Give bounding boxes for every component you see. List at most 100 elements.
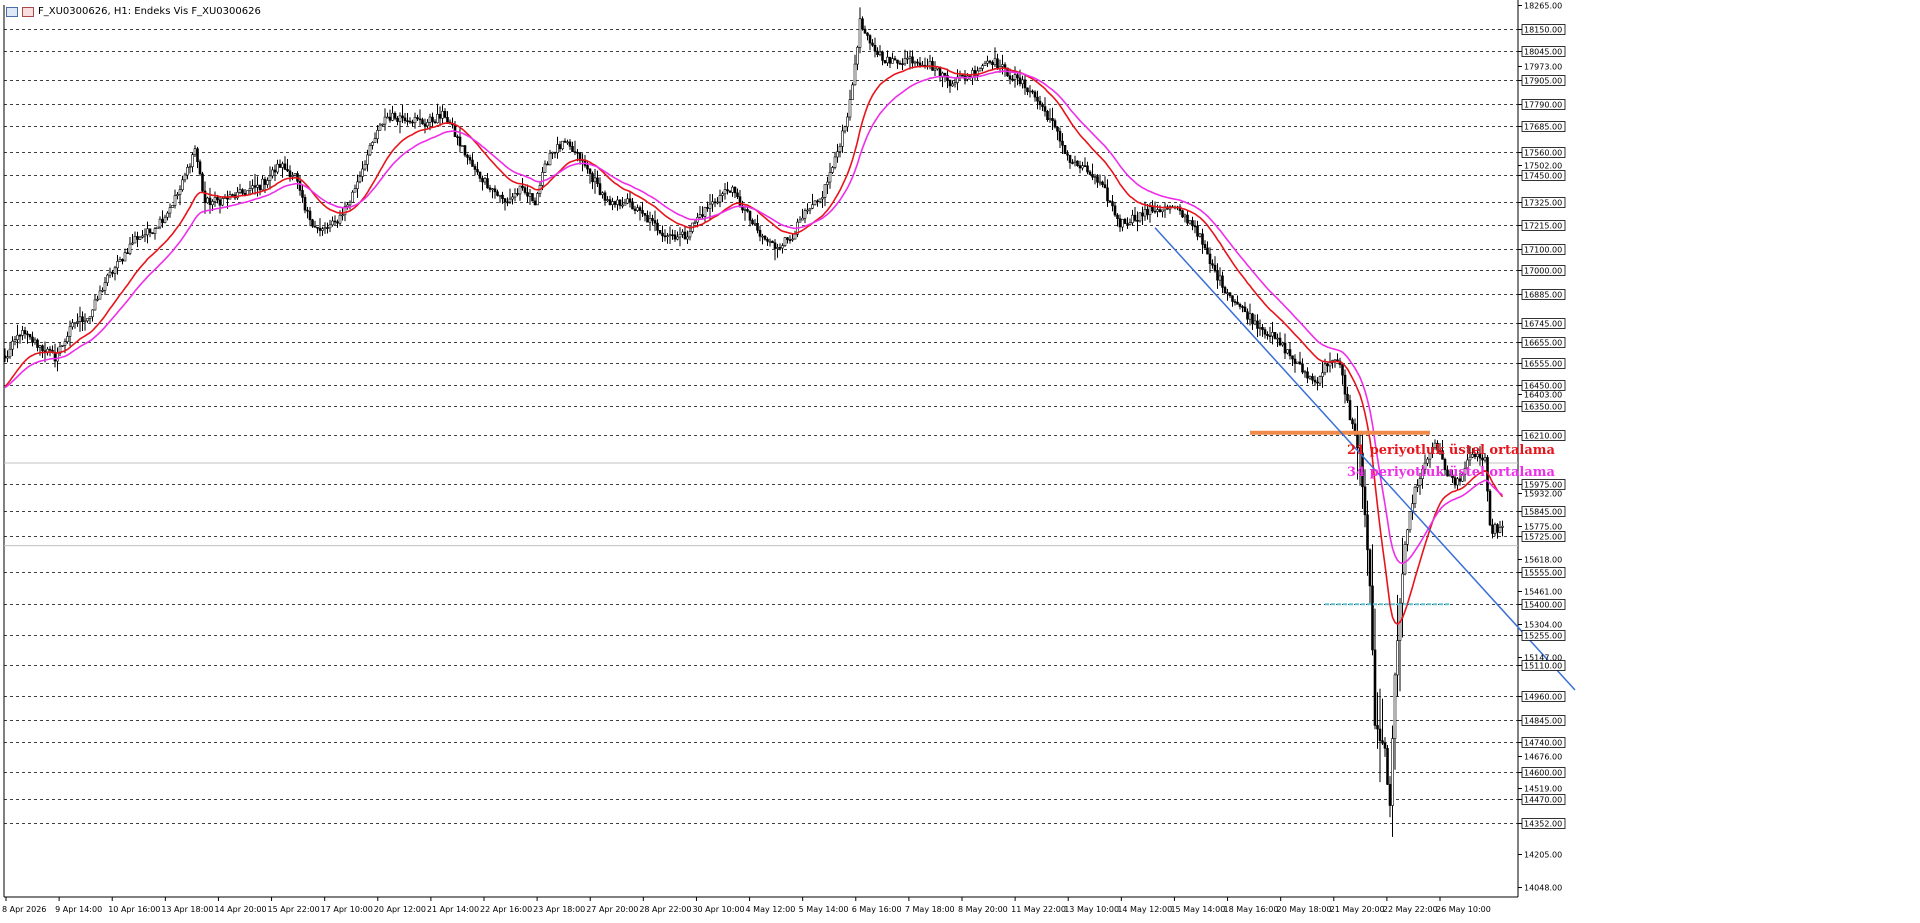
candle-body xyxy=(1231,295,1234,302)
candle-body xyxy=(783,237,787,246)
candle-body xyxy=(1221,275,1224,288)
candle-body xyxy=(1223,287,1227,294)
candle-body xyxy=(978,68,982,72)
candle-body xyxy=(146,228,149,236)
candle-body xyxy=(153,228,157,234)
candle-body xyxy=(501,194,504,199)
candle-body xyxy=(1118,218,1122,228)
candle-body xyxy=(258,184,262,191)
candle-body xyxy=(881,51,884,61)
candle-body xyxy=(346,204,349,207)
candle-body xyxy=(178,189,182,195)
candle-body xyxy=(651,218,654,221)
time-tick-label: 22 May 22:00 xyxy=(1383,905,1438,914)
candle-body xyxy=(361,168,364,177)
candle-body xyxy=(661,232,664,237)
candle-body xyxy=(401,115,404,119)
chart-window-icon[interactable] xyxy=(6,6,18,17)
candle-body xyxy=(1131,214,1134,224)
candle-body xyxy=(263,178,267,185)
candle-body xyxy=(548,152,552,166)
candle-body xyxy=(1076,160,1079,166)
candle-body xyxy=(413,117,417,124)
candle-body xyxy=(1088,171,1092,175)
candlestick-chart[interactable]: 18265.00 18150.00 18045.00 17973.00 17905.00… xyxy=(0,0,1920,923)
time-tick-label: 14 May 12:00 xyxy=(1117,905,1172,914)
candle-body xyxy=(526,192,529,197)
candle-body xyxy=(1418,478,1422,486)
candle-body xyxy=(613,201,617,205)
candle-body xyxy=(678,234,682,238)
candle-body xyxy=(648,218,652,223)
moving-averages xyxy=(4,65,1576,691)
chart-title-bar: F_XU0300626, H1: Endeks Vis F_XU0300626 xyxy=(6,6,261,17)
price-tick-label: 15555.00 xyxy=(1524,569,1562,578)
candle-body xyxy=(1308,376,1312,379)
candle-body xyxy=(1081,165,1084,169)
candle-body xyxy=(206,197,209,204)
candle-body xyxy=(676,236,679,240)
candle-body xyxy=(91,309,94,318)
candle-body xyxy=(1148,206,1152,216)
candle-body xyxy=(1311,376,1314,381)
candle-body xyxy=(666,235,669,238)
candle-body xyxy=(33,339,37,343)
candle-body xyxy=(111,271,114,274)
candle-body xyxy=(1278,337,1282,346)
candle-body xyxy=(623,202,627,206)
candle-body xyxy=(1366,514,1369,551)
price-tick-label: 16885.00 xyxy=(1524,291,1562,300)
candle-body xyxy=(316,226,319,229)
price-tick-label: 17905.00 xyxy=(1524,77,1562,86)
candle-body xyxy=(1373,649,1377,726)
candle-body xyxy=(298,180,302,191)
candle-body xyxy=(1046,111,1049,121)
candle-body xyxy=(1313,379,1317,383)
candle-body xyxy=(511,196,514,200)
candle-body xyxy=(353,188,357,193)
price-tick-label: 15725.00 xyxy=(1524,533,1562,542)
candle-body xyxy=(873,44,877,52)
gridlines xyxy=(3,0,1519,898)
candle-body xyxy=(323,227,327,230)
candle-body xyxy=(1273,332,1277,339)
price-tick-label: 14960.00 xyxy=(1524,693,1562,702)
candle-body xyxy=(598,183,602,195)
candle-body xyxy=(1018,77,1022,85)
candle-body xyxy=(763,235,767,240)
candle-body xyxy=(433,121,437,124)
price-tick-label: 16450.00 xyxy=(1524,382,1562,391)
price-tick-label: 18045.00 xyxy=(1524,48,1562,57)
candle-body xyxy=(273,169,277,173)
price-tick-label: 18265.00 xyxy=(1524,2,1562,11)
candle-body xyxy=(303,197,307,211)
time-tick-label: 23 Apr 18:00 xyxy=(533,905,585,914)
candle-body xyxy=(811,204,814,209)
time-tick-label: 7 May 18:00 xyxy=(905,905,955,914)
time-tick-label: 13 Apr 18:00 xyxy=(161,905,213,914)
candle-body xyxy=(116,261,119,269)
candle-body xyxy=(211,201,214,206)
candle-body xyxy=(123,252,127,262)
candle-body xyxy=(616,199,619,205)
candle-body xyxy=(746,209,749,212)
candle-body xyxy=(748,210,752,221)
candle-body xyxy=(1296,361,1299,364)
candle-body xyxy=(611,201,614,205)
candle-body xyxy=(221,198,224,206)
candle-body xyxy=(381,123,384,126)
candle-body xyxy=(261,178,264,191)
candle-body xyxy=(643,213,647,216)
candle-body xyxy=(953,82,957,85)
candle-body xyxy=(1038,100,1042,105)
candle-body xyxy=(503,198,507,203)
chart-type-icon[interactable] xyxy=(22,6,34,17)
candle-body xyxy=(808,207,812,211)
time-tick-label: 4 May 12:00 xyxy=(746,905,796,914)
candle-body xyxy=(476,169,479,173)
candle-body xyxy=(1238,304,1242,307)
candle-body xyxy=(1183,214,1187,218)
candle-body xyxy=(756,223,759,231)
candle-body xyxy=(416,117,419,120)
candle-body xyxy=(1233,301,1237,303)
